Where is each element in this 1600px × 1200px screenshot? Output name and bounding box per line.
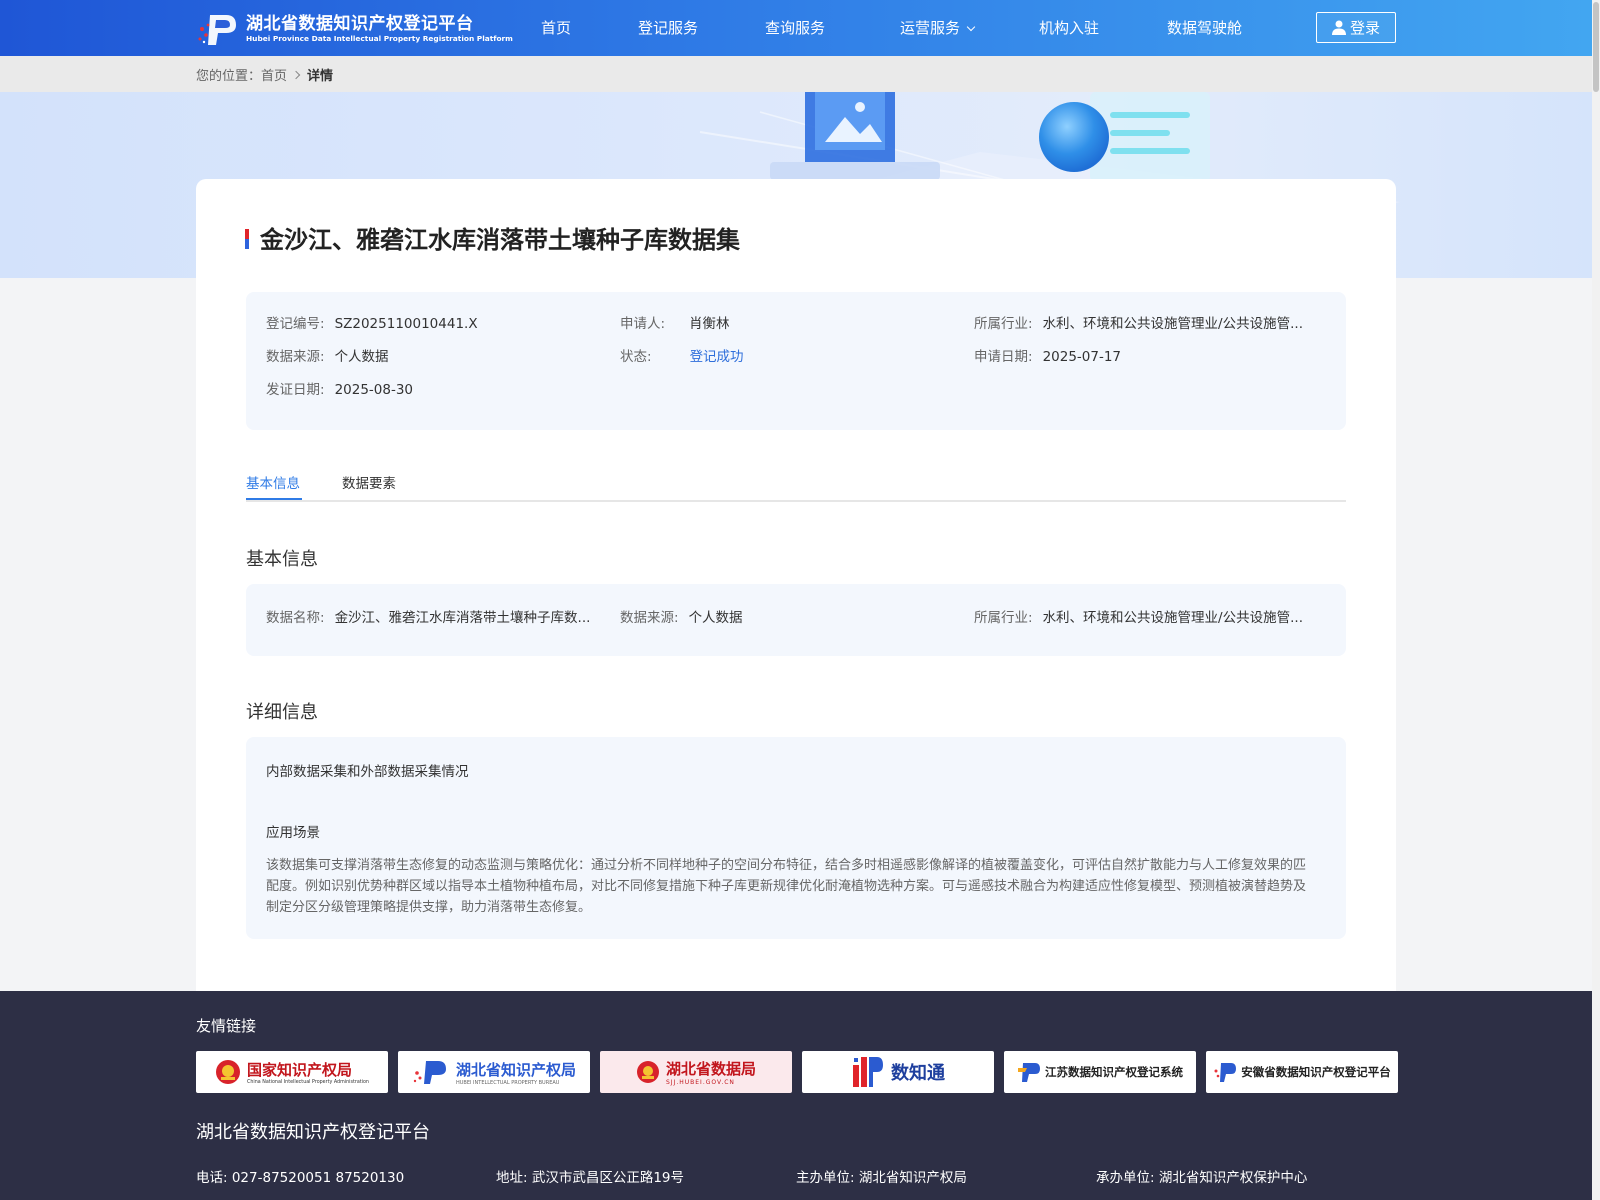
status-badge: 登记成功 (689, 349, 744, 365)
field-issue-date: 发证日期: 2025-08-30 (266, 378, 606, 398)
reg-no-label: 登记编号: (266, 316, 325, 332)
nav-institution-entry[interactable]: 机构入驻 (1039, 18, 1099, 38)
tab-basic-info[interactable]: 基本信息 (246, 472, 300, 492)
nav-data-cockpit[interactable]: 数据驾驶舱 (1167, 18, 1242, 38)
chevron-down-icon (966, 22, 976, 32)
emblem-icon (636, 1061, 659, 1083)
top-header: 湖北省数据知识产权登记平台 Hubei Province Data Intell… (0, 0, 1592, 56)
field-applicant: 申请人: 肖衡林 (620, 312, 960, 332)
link-hubei-data-sub: SJJ.HUBEI.GOV.CN (665, 1079, 735, 1086)
hubei-ip-logo-icon (413, 1061, 446, 1084)
link-anhui-registration[interactable]: 安徽省数据知识产权登记平台 (1206, 1051, 1398, 1093)
chevron-right-icon (291, 70, 301, 79)
link-hubei-ip-sub: HUBEI INTELLECTUAL PROPERTY BUREAU (455, 1079, 560, 1086)
link-cnipa-sub: China National Intellectual Property Adm… (247, 1080, 369, 1085)
scenario-text: 该数据集可支撑消落带生态修复的动态监测与策略优化：通过分析不同样地种子的空间分布… (266, 858, 1307, 915)
detail-tabs: 基本信息 数据要素 (246, 462, 1346, 502)
link-jiangsu-label: 江苏数据知识产权登记系统 (1045, 1065, 1183, 1079)
title-accent-bar (245, 229, 249, 249)
nav-registration-service[interactable]: 登记服务 (638, 18, 698, 38)
anhui-logo-icon (1214, 1063, 1237, 1082)
section-title-basic: 基本信息 (246, 549, 318, 570)
shuzhitong-logo-icon (853, 1057, 883, 1087)
user-icon (1331, 20, 1346, 35)
field-apply-date: 申请日期: 2025-07-17 (974, 345, 1326, 365)
footer-platform-name: 湖北省数据知识产权登记平台 (196, 1122, 430, 1143)
reg-no-value: SZ2025110010441.X (334, 316, 478, 332)
page-title: 金沙江、雅砻江水库消落带土壤种子库数据集 (260, 226, 740, 254)
record-summary-box: 登记编号: SZ2025110010441.X 申请人: 肖衡林 所属行业: 水利、环… (246, 292, 1346, 430)
nav-query-service[interactable]: 查询服务 (765, 18, 825, 38)
apply-date-label: 申请日期: (974, 349, 1033, 365)
nav-home[interactable]: 首页 (541, 18, 571, 38)
nav-operation-service[interactable]: 运营服务 (900, 18, 976, 38)
basic-source-label: 数据来源: (620, 610, 679, 626)
basic-industry-value: 水利、环境和公共设施管理业/公共设施管... (1042, 610, 1303, 626)
field-source: 数据来源: 个人数据 (266, 345, 606, 365)
login-label: 登录 (1349, 19, 1380, 37)
link-shuzhitong-label: 数知通 (891, 1063, 945, 1084)
breadcrumb: 您的位置： 首页 详情 (196, 65, 333, 84)
field-basic-source: 数据来源: 个人数据 (620, 606, 960, 626)
source-label: 数据来源: (266, 349, 325, 365)
source-value: 个人数据 (334, 349, 389, 365)
link-hubei-data-bureau[interactable]: 湖北省数据局 SJJ.HUBEI.GOV.CN (600, 1051, 792, 1093)
applicant-value: 肖衡林 (689, 316, 730, 332)
industry-label: 所属行业: (974, 316, 1033, 332)
footer-host: 主办单位: 湖北省知识产权局 (796, 1170, 967, 1186)
basic-info-box: 数据名称: 金沙江、雅砻江水库消落带土壤种子库数... 数据来源: 个人数据 所属行… (246, 584, 1346, 656)
friendly-links-title: 友情链接 (196, 1017, 257, 1035)
status-label: 状态: (620, 349, 652, 365)
field-reg-no: 登记编号: SZ2025110010441.X (266, 312, 606, 332)
basic-industry-label: 所属行业: (974, 610, 1033, 626)
field-industry: 所属行业: 水利、环境和公共设施管理业/公共设施管... (974, 312, 1326, 332)
tab-data-elements[interactable]: 数据要素 (342, 472, 396, 492)
breadcrumb-bar: 您的位置： 首页 详情 (0, 56, 1592, 92)
applicant-label: 申请人: (620, 316, 666, 332)
link-anhui-label: 安徽省数据知识产权登记平台 (1241, 1065, 1391, 1079)
breadcrumb-prefix: 您的位置： (196, 69, 262, 84)
link-cnipa[interactable]: 国家知识产权局 China National Intellectual Prop… (196, 1051, 388, 1093)
issue-date-value: 2025-08-30 (334, 382, 414, 398)
field-status: 状态: 登记成功 (620, 345, 960, 365)
field-data-name: 数据名称: 金沙江、雅砻江水库消落带土壤种子库数... (266, 606, 606, 626)
footer-organizer: 承办单位: 湖北省知识产权保护中心 (1096, 1170, 1308, 1186)
breadcrumb-home-link[interactable]: 首页 (261, 65, 287, 84)
data-name-value: 金沙江、雅砻江水库消落带土壤种子库数... (334, 610, 591, 626)
field-basic-industry: 所属行业: 水利、环境和公共设施管理业/公共设施管... (974, 606, 1326, 626)
national-emblem-icon (216, 1060, 241, 1084)
data-name-label: 数据名称: (266, 610, 325, 626)
page-scrollbar[interactable] (1592, 0, 1600, 1200)
page-footer: 友情链接 国家知识产权局 China National Intellectual… (0, 991, 1592, 1200)
scrollbar-thumb[interactable] (1593, 2, 1599, 92)
section-title-detail: 详细信息 (246, 702, 318, 723)
link-shuzhitong[interactable]: 数知通 (802, 1051, 994, 1093)
collection-label: 内部数据采集和外部数据采集情况 (266, 764, 469, 780)
issue-date-label: 发证日期: (266, 382, 325, 398)
industry-value: 水利、环境和公共设施管理业/公共设施管... (1042, 316, 1303, 332)
active-tab-indicator (246, 498, 302, 500)
link-jiangsu-registration[interactable]: 江苏数据知识产权登记系统 (1004, 1051, 1196, 1093)
apply-date-value: 2025-07-17 (1042, 349, 1122, 365)
link-hubei-ip-bureau[interactable]: 湖北省知识产权局 HUBEI INTELLECTUAL PROPERTY BUR… (398, 1051, 590, 1093)
detail-info-box: 内部数据采集和外部数据采集情况 应用场景 该数据集可支撑消落带生态修复的动态监测… (246, 737, 1346, 939)
link-hubei-data-label: 湖北省数据局 (665, 1060, 756, 1078)
link-hubei-ip-label: 湖北省知识产权局 (455, 1060, 576, 1079)
footer-phone: 电话: 027-87520051 87520130 (196, 1170, 405, 1186)
friendly-links: 国家知识产权局 China National Intellectual Prop… (196, 1051, 1398, 1093)
scenario-label: 应用场景 (266, 825, 320, 841)
breadcrumb-current: 详情 (307, 69, 334, 84)
link-cnipa-label: 国家知识产权局 (247, 1061, 353, 1079)
footer-address: 地址: 武汉市武昌区公正路19号 (496, 1170, 685, 1186)
nav-operation-service-label: 运营服务 (900, 19, 961, 37)
jiangsu-logo-icon (1018, 1063, 1040, 1082)
detail-card: 金沙江、雅砻江水库消落带土壤种子库数据集 登记编号: SZ202511001044… (196, 179, 1396, 991)
basic-source-value: 个人数据 (688, 610, 743, 626)
login-button[interactable]: 登录 (1316, 12, 1396, 43)
